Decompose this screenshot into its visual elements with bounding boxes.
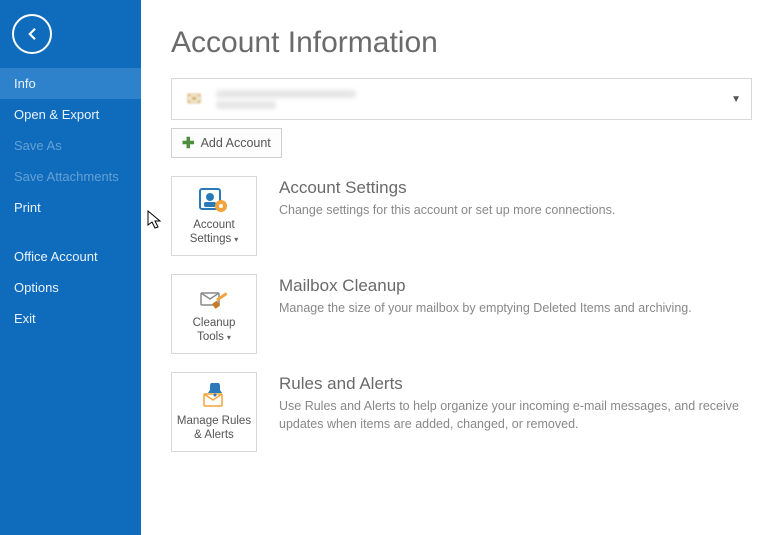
sidebar-item-office-account[interactable]: Office Account	[0, 241, 141, 272]
sidebar-item-exit[interactable]: Exit	[0, 303, 141, 334]
card-description: Manage the size of your mailbox by empty…	[279, 300, 739, 318]
card-heading: Rules and Alerts	[279, 374, 752, 394]
tile-label-line2: & Alerts	[194, 429, 234, 441]
sidebar-item-label: Print	[14, 200, 41, 215]
card-heading: Account Settings	[279, 178, 752, 198]
tile-label-line2: Tools	[197, 331, 224, 343]
account-settings-button[interactable]: Account Settings▾	[171, 176, 257, 256]
sidebar-item-info[interactable]: Info	[0, 68, 141, 99]
card-text: Mailbox Cleanup Manage the size of your …	[279, 274, 752, 318]
card-description: Change settings for this account or set …	[279, 202, 739, 220]
card-description: Use Rules and Alerts to help organize yo…	[279, 398, 739, 433]
sidebar-item-label: Save As	[14, 138, 62, 153]
card-mailbox-cleanup: Cleanup Tools▾ Mailbox Cleanup Manage th…	[171, 274, 752, 354]
card-account-settings: Account Settings▾ Account Settings Chang…	[171, 176, 752, 256]
sidebar-item-print[interactable]: Print	[0, 192, 141, 223]
sidebar-item-label: Open & Export	[14, 107, 99, 122]
sidebar-item-options[interactable]: Options	[0, 272, 141, 303]
cleanup-tools-icon	[198, 285, 230, 313]
add-account-label: Add Account	[201, 136, 271, 150]
sidebar-item-label: Exit	[14, 311, 36, 326]
sidebar-item-save-attachments: Save Attachments	[0, 161, 141, 192]
plus-icon: ✚	[182, 134, 195, 152]
tile-label-line1: Cleanup	[193, 317, 236, 329]
sidebar-item-label: Info	[14, 76, 36, 91]
card-heading: Mailbox Cleanup	[279, 276, 752, 296]
card-text: Rules and Alerts Use Rules and Alerts to…	[279, 372, 752, 433]
chevron-down-icon: ▾	[227, 333, 231, 342]
account-settings-icon	[198, 187, 230, 215]
page-title: Account Information	[171, 26, 752, 60]
tile-label-line1: Manage Rules	[177, 415, 251, 427]
sidebar-item-label: Options	[14, 280, 59, 295]
back-button[interactable]	[12, 14, 52, 54]
main-panel: Account Information ✉ ▼ ✚ Add Account A	[141, 0, 768, 535]
cleanup-tools-button[interactable]: Cleanup Tools▾	[171, 274, 257, 354]
add-account-button[interactable]: ✚ Add Account	[171, 128, 282, 158]
sidebar-item-label: Save Attachments	[14, 169, 119, 184]
dropdown-caret-icon: ▼	[731, 94, 741, 105]
tile-label-line1: Account	[193, 219, 235, 231]
card-text: Account Settings Change settings for thi…	[279, 176, 752, 220]
account-dropdown[interactable]: ✉ ▼	[171, 78, 752, 120]
tile-label-line2: Settings	[190, 233, 232, 245]
sidebar-item-label: Office Account	[14, 249, 98, 264]
rules-alerts-icon	[198, 383, 230, 411]
sidebar-item-open-export[interactable]: Open & Export	[0, 99, 141, 130]
account-name-redacted	[216, 90, 725, 109]
account-icon: ✉	[182, 87, 206, 111]
back-arrow-icon	[23, 25, 41, 43]
chevron-down-icon: ▾	[234, 235, 238, 244]
card-rules-alerts: Manage Rules & Alerts Rules and Alerts U…	[171, 372, 752, 452]
backstage-sidebar: Info Open & Export Save As Save Attachme…	[0, 0, 141, 535]
sidebar-item-save-as: Save As	[0, 130, 141, 161]
manage-rules-alerts-button[interactable]: Manage Rules & Alerts	[171, 372, 257, 452]
